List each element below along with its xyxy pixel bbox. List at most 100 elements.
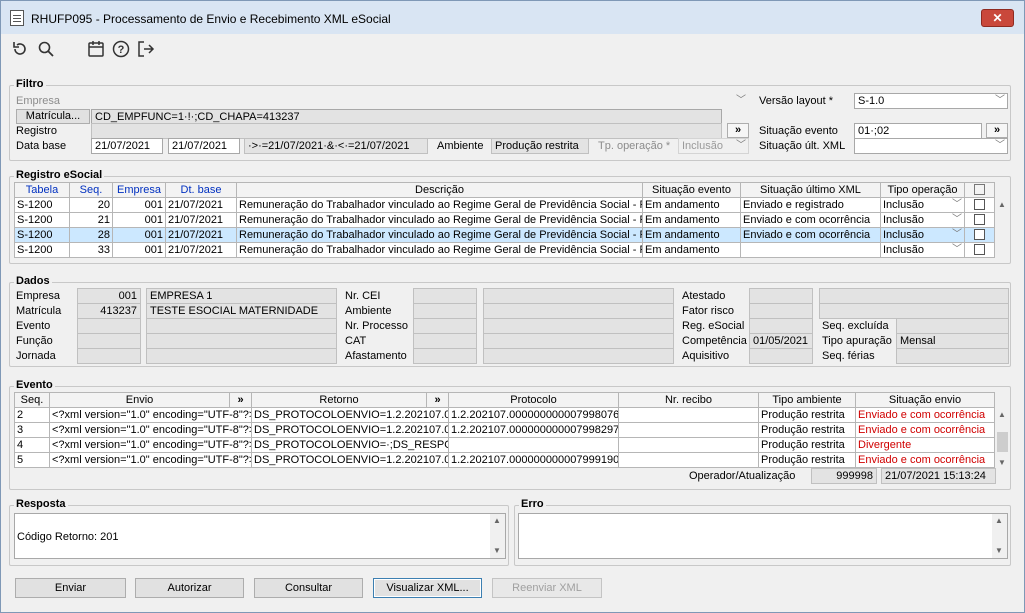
scroll-down-icon[interactable]: ▼ xyxy=(493,546,501,555)
cell-seq[interactable]: 28 xyxy=(69,227,113,243)
tp-operacao-select[interactable]: Inclusão ﹀ xyxy=(678,138,749,154)
col-ev-protocolo[interactable]: Protocolo xyxy=(448,392,619,408)
undo-icon[interactable] xyxy=(11,40,29,58)
cell-tabela[interactable]: S-1200 xyxy=(14,227,70,243)
cell-sit-evento[interactable]: Em andamento xyxy=(642,212,741,228)
cell-situacao[interactable]: Enviado e com ocorrência xyxy=(855,407,995,423)
tipo-operacao-select[interactable]: Inclusão ﹀ xyxy=(880,227,965,243)
cell-sit-xml[interactable]: Enviado e com ocorrência xyxy=(740,212,881,228)
cell-desc[interactable]: Remuneração do Trabalhador vinculado ao … xyxy=(236,242,643,258)
row-checkbox[interactable] xyxy=(974,214,985,226)
cell-desc[interactable]: Remuneração do Trabalhador vinculado ao … xyxy=(236,197,643,213)
registro-field[interactable] xyxy=(91,123,722,139)
col-descricao[interactable]: Descrição xyxy=(236,182,643,198)
col-dt-base[interactable]: Dt. base xyxy=(165,182,237,198)
cell-envio[interactable]: <?xml version="1.0" encoding="UTF-8"?><e… xyxy=(49,452,252,468)
cell-recibo[interactable] xyxy=(618,422,759,438)
col-ev-retorno[interactable]: Retorno xyxy=(251,392,427,408)
help-icon[interactable]: ? xyxy=(112,40,130,58)
evento-row[interactable]: 4<?xml version="1.0" encoding="UTF-8"?><… xyxy=(14,437,995,453)
cell-protocolo[interactable]: 1.2.202107.000000000007998076 xyxy=(448,407,619,423)
calendar-icon[interactable] xyxy=(87,40,105,58)
col-tipo-operacao[interactable]: Tipo operação xyxy=(880,182,965,198)
cell-envio[interactable]: <?xml version="1.0" encoding="UTF-8"?><e… xyxy=(49,407,252,423)
registro-row[interactable]: S-1200 20 001 21/07/2021 Remuneração do Trab… xyxy=(14,197,995,213)
cell-situacao[interactable]: Enviado e com ocorrência xyxy=(855,452,995,468)
cell-retorno[interactable]: DS_PROTOCOLOENVIO=1.2.202107.00000000000… xyxy=(251,452,449,468)
empresa-select[interactable]: ﹀ xyxy=(91,93,749,109)
cell-situacao[interactable]: Enviado e com ocorrência xyxy=(855,422,995,438)
data-base-to-input[interactable]: 21/07/2021 xyxy=(168,138,240,154)
cell-dt[interactable]: 21/07/2021 xyxy=(165,242,237,258)
registro-row[interactable]: S-1200 28 001 21/07/2021 Remuneração do Trab… xyxy=(14,227,995,243)
scroll-up-icon[interactable]: ▲ xyxy=(493,516,501,525)
col-situacao-evento[interactable]: Situação evento xyxy=(642,182,741,198)
cell-sit-xml[interactable] xyxy=(740,242,881,258)
cell-empresa[interactable]: 001 xyxy=(112,227,166,243)
search-icon[interactable] xyxy=(37,40,55,58)
evento-row[interactable]: 5<?xml version="1.0" encoding="UTF-8"?><… xyxy=(14,452,995,468)
registro-row[interactable]: S-1200 33 001 21/07/2021 Remuneração do Trab… xyxy=(14,242,995,258)
col-ev-situacao[interactable]: Situação envio xyxy=(855,392,995,408)
evento-scrollbar[interactable]: ▲ ▼ xyxy=(995,408,1010,468)
reenviar-xml-button[interactable]: Reenviar XML xyxy=(492,578,602,598)
scroll-down-icon[interactable]: ▼ xyxy=(995,546,1003,555)
registro-scrollbar[interactable]: ▲ xyxy=(995,198,1010,260)
col-ev-retorno-expand[interactable]: » xyxy=(426,392,449,408)
evento-row[interactable]: 2<?xml version="1.0" encoding="UTF-8"?><… xyxy=(14,407,995,423)
cell-tabela[interactable]: S-1200 xyxy=(14,212,70,228)
cell-sit-evento[interactable]: Em andamento xyxy=(642,242,741,258)
tipo-operacao-select[interactable]: Inclusão ﹀ xyxy=(880,212,965,228)
erro-scrollbar[interactable]: ▲ ▼ xyxy=(992,514,1007,558)
cell-empresa[interactable]: 001 xyxy=(112,197,166,213)
cell-seq[interactable]: 33 xyxy=(69,242,113,258)
cell-retorno[interactable]: DS_PROTOCOLOENVIO=1.2.202107.00000000000… xyxy=(251,407,449,423)
cell-dt[interactable]: 21/07/2021 xyxy=(165,227,237,243)
col-situacao-xml[interactable]: Situação último XML xyxy=(740,182,881,198)
col-empresa[interactable]: Empresa xyxy=(112,182,166,198)
scroll-down-icon[interactable]: ▼ xyxy=(998,458,1006,467)
cell-situacao[interactable]: Divergente xyxy=(855,437,995,453)
cell-recibo[interactable] xyxy=(618,407,759,423)
data-base-from-input[interactable]: 21/07/2021 xyxy=(91,138,163,154)
registro-lookup-button[interactable]: » xyxy=(727,123,749,138)
row-checkbox[interactable] xyxy=(974,244,985,256)
cell-protocolo[interactable]: 1.2.202107.000000000007998297 xyxy=(448,422,619,438)
situacao-xml-select[interactable]: ﹀ xyxy=(854,138,1008,154)
versao-layout-select[interactable]: S-1.0 ﹀ xyxy=(854,93,1008,109)
cell-retorno[interactable]: DS_PROTOCOLOENVIO=1.2.202107.00000000000… xyxy=(251,422,449,438)
cell-seq[interactable]: 2 xyxy=(14,407,50,423)
cell-ambiente[interactable]: Produção restrita xyxy=(758,407,856,423)
row-checkbox-cell[interactable] xyxy=(964,212,995,228)
scroll-up-icon[interactable]: ▲ xyxy=(998,200,1006,209)
evento-row[interactable]: 3<?xml version="1.0" encoding="UTF-8"?><… xyxy=(14,422,995,438)
resposta-textarea[interactable]: Código Retorno: 201 ▲ ▼ xyxy=(14,513,506,559)
visualizar-xml-button[interactable]: Visualizar XML... xyxy=(373,578,482,598)
scroll-up-icon[interactable]: ▲ xyxy=(998,410,1006,419)
cell-seq[interactable]: 3 xyxy=(14,422,50,438)
col-ev-recibo[interactable]: Nr. recibo xyxy=(618,392,759,408)
cell-desc[interactable]: Remuneração do Trabalhador vinculado ao … xyxy=(236,212,643,228)
cell-protocolo[interactable] xyxy=(448,437,619,453)
col-ev-ambiente[interactable]: Tipo ambiente xyxy=(758,392,856,408)
cell-sit-xml[interactable]: Enviado e registrado xyxy=(740,197,881,213)
cell-seq[interactable]: 4 xyxy=(14,437,50,453)
scroll-thumb[interactable] xyxy=(997,432,1008,452)
consultar-button[interactable]: Consultar xyxy=(254,578,363,598)
autorizar-button[interactable]: Autorizar xyxy=(135,578,244,598)
row-checkbox-cell[interactable] xyxy=(964,227,995,243)
cell-sit-evento[interactable]: Em andamento xyxy=(642,197,741,213)
cell-retorno[interactable]: DS_PROTOCOLOENVIO=·;DS_RESPOSTA xyxy=(251,437,449,453)
col-select-all[interactable] xyxy=(964,182,995,198)
cell-desc[interactable]: Remuneração do Trabalhador vinculado ao … xyxy=(236,227,643,243)
col-seq[interactable]: Seq. xyxy=(69,182,113,198)
cell-seq[interactable]: 21 xyxy=(69,212,113,228)
col-tabela[interactable]: Tabela xyxy=(14,182,70,198)
cell-ambiente[interactable]: Produção restrita xyxy=(758,437,856,453)
cell-empresa[interactable]: 001 xyxy=(112,212,166,228)
enviar-button[interactable]: Enviar xyxy=(15,578,126,598)
cell-tabela[interactable]: S-1200 xyxy=(14,242,70,258)
situacao-evento-input[interactable]: 01·;02 xyxy=(854,123,982,139)
tipo-operacao-select[interactable]: Inclusão ﹀ xyxy=(880,242,965,258)
exit-icon[interactable] xyxy=(137,40,155,58)
